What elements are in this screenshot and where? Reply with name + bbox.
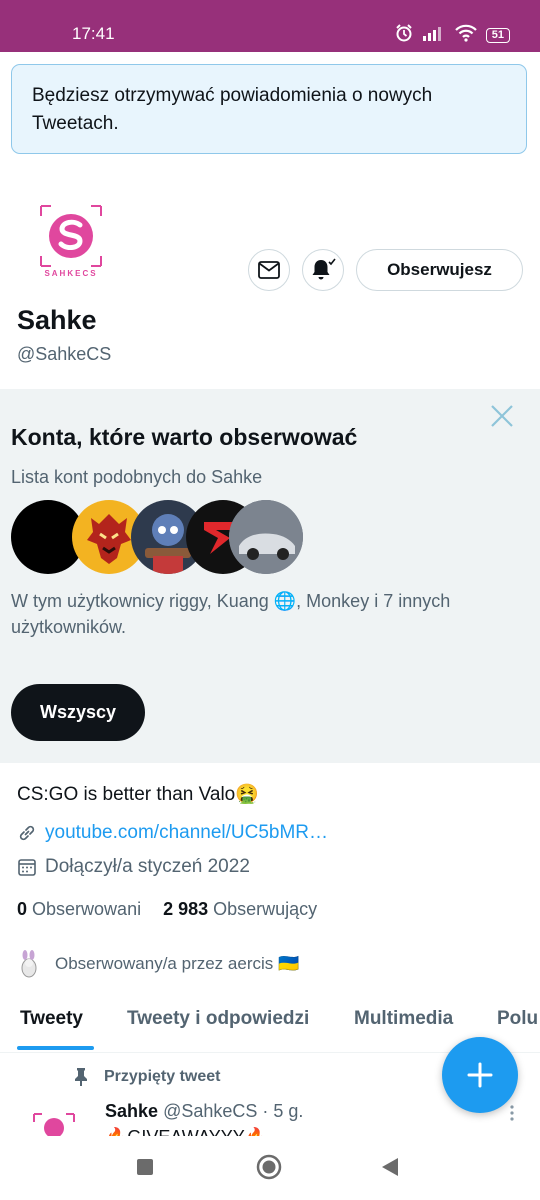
pinned-tweet-label: Przypięty tweet xyxy=(72,1067,220,1087)
sahke-logo: SAHKECS xyxy=(40,205,102,278)
tab-tweets-and-replies[interactable]: Tweety i odpowiedzi xyxy=(127,1008,309,1030)
message-button[interactable] xyxy=(248,249,290,291)
status-time: 17:41 xyxy=(72,24,115,43)
follow-stats: 0 Obserwowani 2 983 Obserwujący xyxy=(17,899,317,920)
suggestions-description: W tym użytkownicy riggy, Kuang 🌐, Monkey… xyxy=(11,591,451,637)
follower-avatar xyxy=(21,950,37,978)
close-suggestions-button[interactable] xyxy=(489,403,515,434)
profile-avatar[interactable]: SAHKECS xyxy=(16,188,126,298)
followed-by-row[interactable]: Obserwowany/a przez aercis 🇺🇦 xyxy=(17,950,299,978)
battery-icon: 51 xyxy=(485,27,510,43)
joined-row: Dołączył/a styczeń 2022 xyxy=(17,856,250,878)
suggested-avatar-5[interactable] xyxy=(229,500,303,574)
mail-icon xyxy=(258,261,280,279)
tab-tweets[interactable]: Tweety xyxy=(20,1008,83,1030)
tweet-time: · 5 g. xyxy=(262,1101,304,1121)
system-navigation-bar xyxy=(0,1136,540,1200)
tweet-author-handle: @SahkeCS xyxy=(163,1101,258,1121)
close-icon xyxy=(491,405,513,427)
following-count: 0 xyxy=(17,899,28,919)
tweet-more-icon[interactable] xyxy=(509,1104,515,1129)
following-stat[interactable]: 0 Obserwowani xyxy=(17,899,141,920)
alarm-icon xyxy=(394,23,414,48)
followed-by-text: Obserwowany/a przez aercis 🇺🇦 xyxy=(55,954,300,973)
followers-count: 2 983 xyxy=(163,899,209,919)
back-nav-icon[interactable] xyxy=(380,1156,400,1183)
home-nav-icon[interactable] xyxy=(256,1154,282,1185)
notifications-toggle-button[interactable] xyxy=(302,249,344,291)
tweet-author-name[interactable]: Sahke xyxy=(105,1101,158,1121)
plus-icon xyxy=(467,1062,493,1088)
square-nav-icon[interactable] xyxy=(136,1158,154,1181)
tab-likes[interactable]: Polu xyxy=(497,1008,538,1030)
profile-name: Sahke xyxy=(17,305,97,335)
link-icon xyxy=(19,825,35,841)
tab-media[interactable]: Multimedia xyxy=(354,1008,453,1030)
tweet-author-avatar[interactable] xyxy=(30,1110,78,1136)
followers-stat[interactable]: 2 983 Obserwujący xyxy=(163,899,317,920)
bell-check-icon xyxy=(312,258,336,280)
calendar-icon xyxy=(18,859,36,876)
pinned-label-text: Przypięty tweet xyxy=(104,1068,221,1085)
suggestions-title: Konta, które warto obserwować xyxy=(11,424,358,450)
logo-text: SAHKECS xyxy=(44,269,97,278)
following-label: Obserwowani xyxy=(32,899,142,919)
status-icons: 51 xyxy=(394,23,510,48)
active-tab-indicator xyxy=(17,1046,94,1050)
profile-handle: @SahkeCS xyxy=(17,344,112,364)
wifi-icon xyxy=(454,24,478,47)
compose-tweet-button[interactable] xyxy=(442,1037,518,1113)
suggestions-subtitle: Lista kont podobnych do Sahke xyxy=(11,467,263,487)
status-bar: 17:41 51 xyxy=(0,0,540,52)
notification-banner: Będziesz otrzymywać powiadomienia o nowy… xyxy=(11,64,527,154)
following-button[interactable]: Obserwujesz xyxy=(356,249,523,291)
joined-date: Dołączył/a styczeń 2022 xyxy=(45,856,250,877)
signal-icon xyxy=(422,24,446,47)
profile-link[interactable]: youtube.com/channel/UC5bMR… xyxy=(45,822,328,844)
followers-label: Obserwujący xyxy=(213,899,318,919)
profile-bio: CS:GO is better than Valo🤮 xyxy=(17,784,259,805)
pin-icon xyxy=(75,1068,87,1086)
show-all-button[interactable]: Wszyscy xyxy=(11,684,145,741)
tweet-text: 🔥GIVEAWAYYY🔥 xyxy=(105,1126,405,1136)
profile-link-row[interactable]: youtube.com/channel/UC5bMR… xyxy=(17,822,328,844)
tweet-header: Sahke @SahkeCS · 5 g. xyxy=(105,1101,303,1122)
